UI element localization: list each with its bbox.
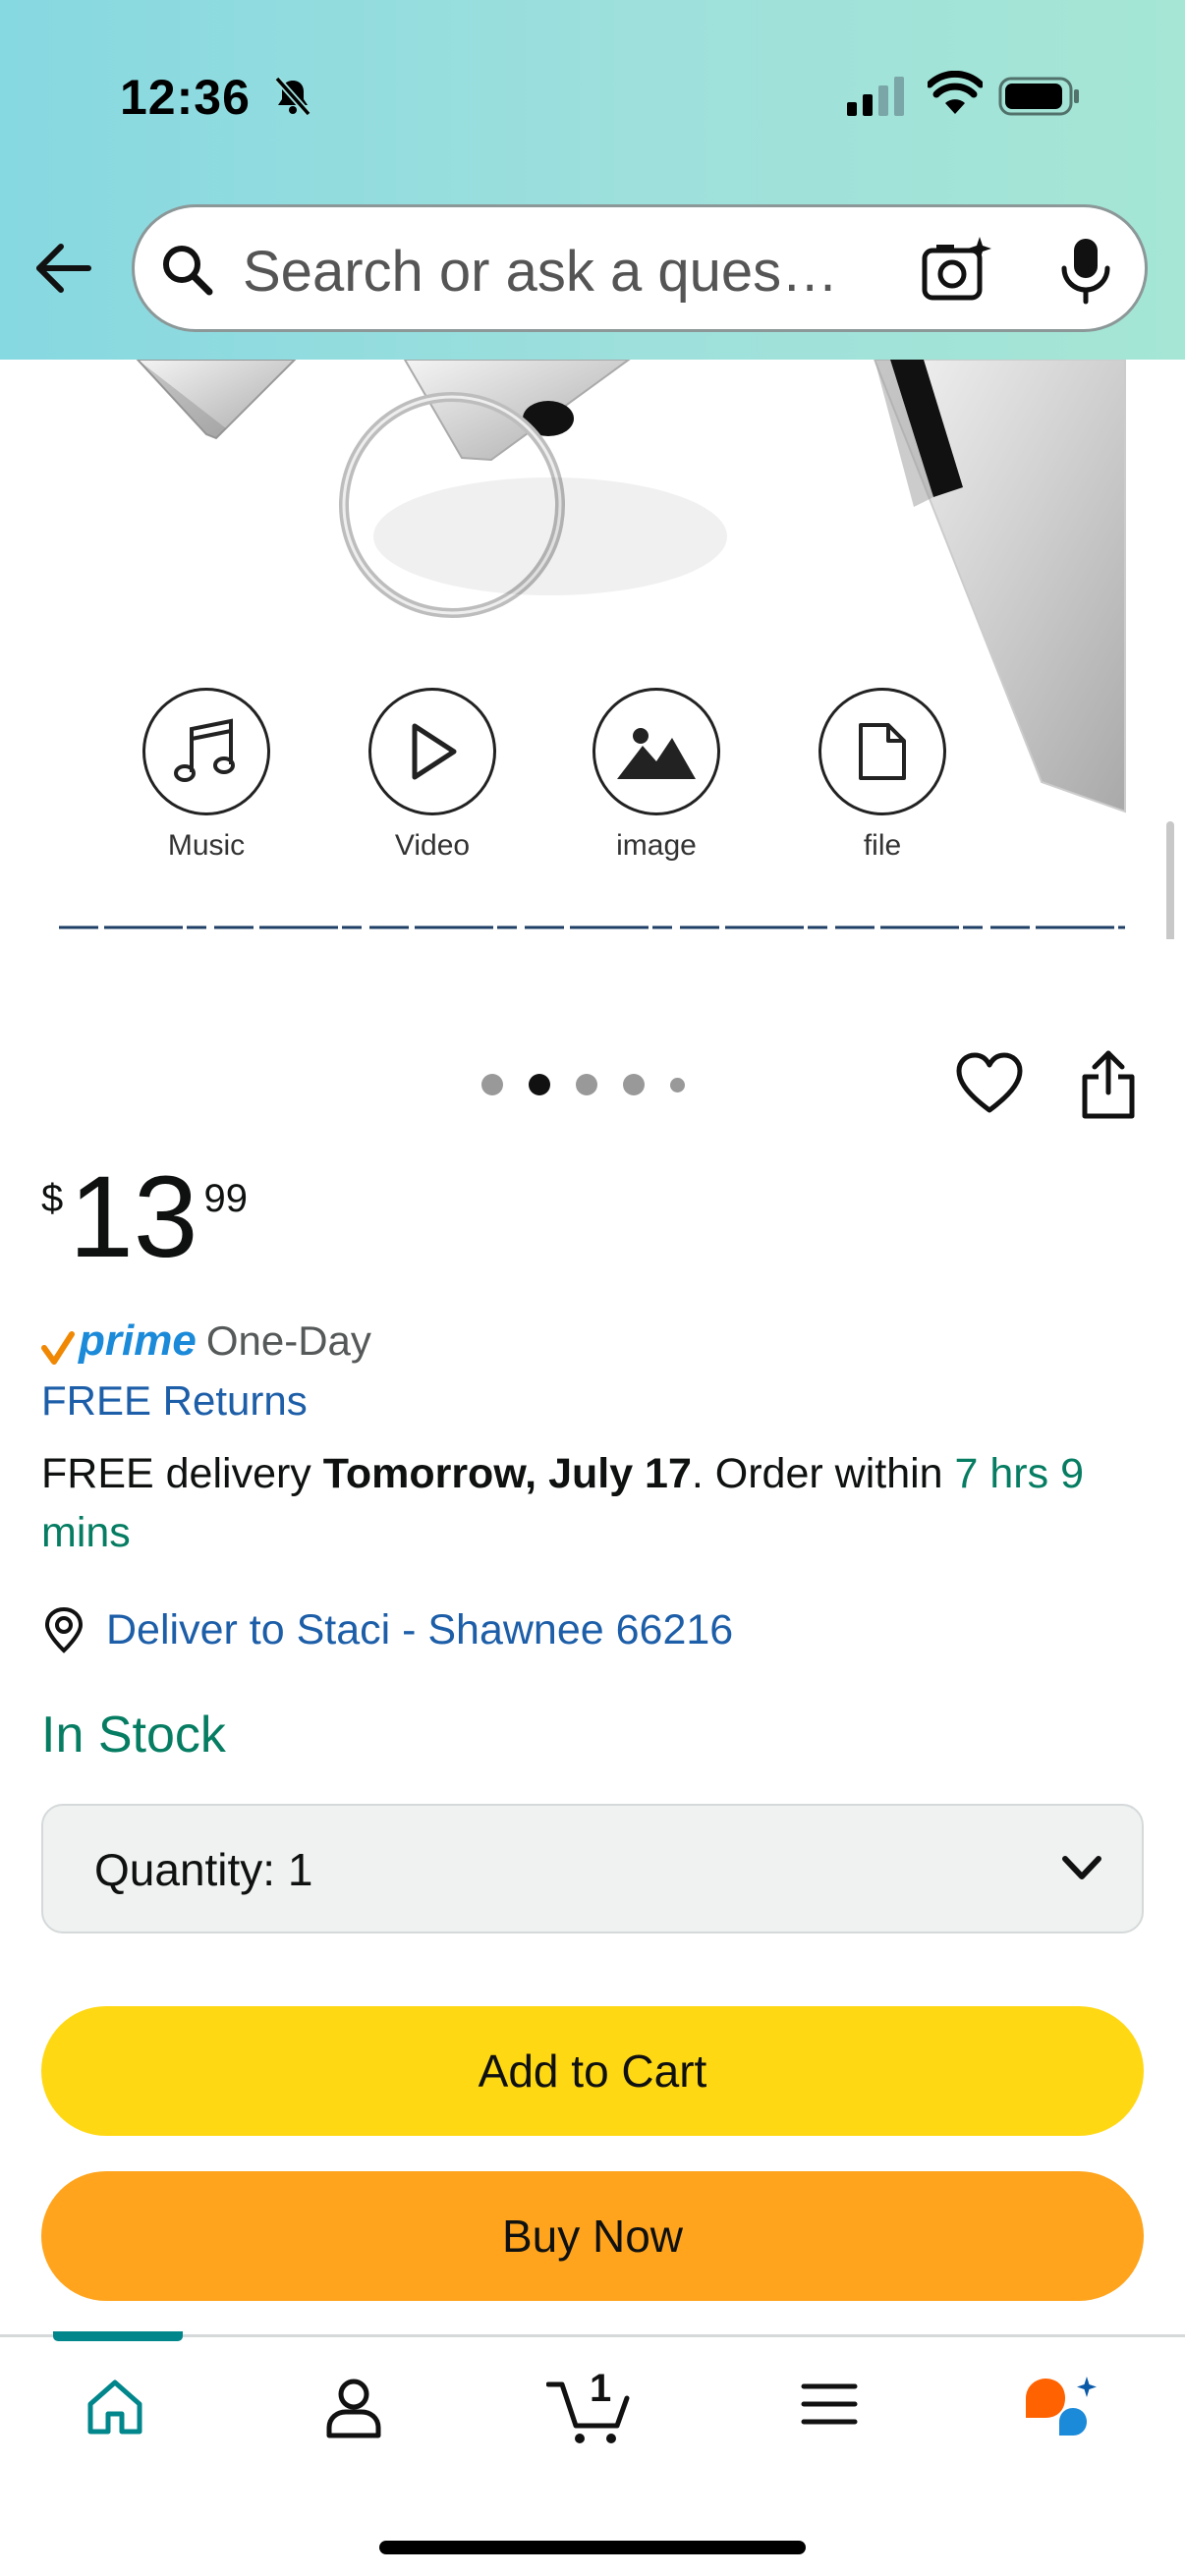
feature-label-file: file [863, 829, 902, 862]
quantity-dropdown[interactable]: Quantity: 1 [41, 1804, 1144, 1933]
cellular-signal-icon [847, 77, 904, 116]
play-icon [412, 723, 457, 780]
heart-icon[interactable] [955, 1051, 1024, 1116]
delivery-middle: . Order within [691, 1450, 955, 1497]
home-icon[interactable] [85, 2377, 145, 2437]
carousel-dot[interactable] [481, 1074, 503, 1095]
feature-file: file [814, 688, 951, 863]
carousel-dot[interactable] [670, 1077, 685, 1092]
price-symbol: $ [41, 1177, 64, 1220]
location-pin-icon [44, 1606, 84, 1653]
carousel-dot[interactable] [576, 1074, 597, 1095]
bell-slash-icon [274, 76, 311, 117]
nav-active-indicator [53, 2331, 183, 2341]
deliver-to-text[interactable]: Deliver to Staci - Shawnee 66216 [106, 1606, 733, 1654]
price: $ 13 99 [41, 1159, 248, 1275]
cart-icon[interactable] [546, 2377, 631, 2445]
share-icon[interactable] [1079, 1049, 1138, 1120]
microphone-icon[interactable] [1056, 237, 1115, 306]
free-returns-link[interactable]: FREE Returns [41, 1377, 308, 1425]
home-indicator [379, 2541, 806, 2554]
add-to-cart-button[interactable]: Add to Cart [41, 2006, 1144, 2136]
carousel-dot-active[interactable] [529, 1074, 550, 1095]
menu-icon[interactable] [800, 2377, 859, 2432]
feature-label-image: image [616, 829, 697, 862]
file-icon [859, 723, 906, 780]
account-icon[interactable] [324, 2377, 383, 2439]
music-note-icon [174, 718, 235, 782]
deliver-to-link[interactable]: Deliver to Staci - Shawnee 66216 [41, 1605, 733, 1654]
feature-music: Music [138, 688, 275, 863]
delivery-date: Tomorrow, July 17 [322, 1450, 692, 1497]
quantity-value: 1 [287, 1844, 313, 1895]
camera-search-icon[interactable] [921, 235, 993, 304]
prime-speed: One-Day [205, 1317, 371, 1364]
delivery-info: FREE delivery Tomorrow, July 17. Order w… [41, 1444, 1142, 1562]
feature-image: image [588, 688, 725, 863]
prime-check-icon [41, 1331, 75, 1365]
image-icon [617, 728, 696, 779]
feature-label-music: Music [167, 829, 246, 862]
carousel-dots[interactable] [481, 1073, 685, 1096]
feature-label-video: Video [394, 829, 471, 862]
prime-logo: prime [79, 1316, 197, 1365]
product-page-screen: 12:36 Search or ask a ques… Music Video … [0, 0, 1185, 2576]
quantity-label: Quantity: [94, 1844, 276, 1895]
header: 12:36 Search or ask a ques… [0, 0, 1185, 360]
stock-status: In Stock [41, 1707, 226, 1764]
back-arrow-icon[interactable] [33, 238, 94, 299]
quantity-text: Quantity: 1 [94, 1843, 312, 1896]
search-icon [163, 246, 213, 296]
price-whole: 13 [69, 1152, 198, 1282]
scroll-indicator [1166, 821, 1174, 939]
feature-video: Video [364, 688, 501, 863]
search-bar[interactable]: Search or ask a ques… [132, 204, 1148, 332]
ai-assistant-icon[interactable] [1022, 2373, 1100, 2443]
price-fraction: 99 [203, 1177, 249, 1220]
product-image[interactable]: Music Video image file [0, 360, 1185, 939]
battery-icon [998, 77, 1079, 116]
wifi-icon [928, 71, 983, 114]
buy-now-button[interactable]: Buy Now [41, 2171, 1144, 2301]
carousel-dot[interactable] [623, 1074, 645, 1095]
search-input[interactable]: Search or ask a ques… [243, 239, 881, 305]
chevron-down-icon [1062, 1856, 1101, 1879]
prime-badge-row: prime One-Day [41, 1316, 371, 1366]
delivery-prefix: FREE delivery [41, 1450, 323, 1497]
status-time: 12:36 [120, 70, 251, 125]
